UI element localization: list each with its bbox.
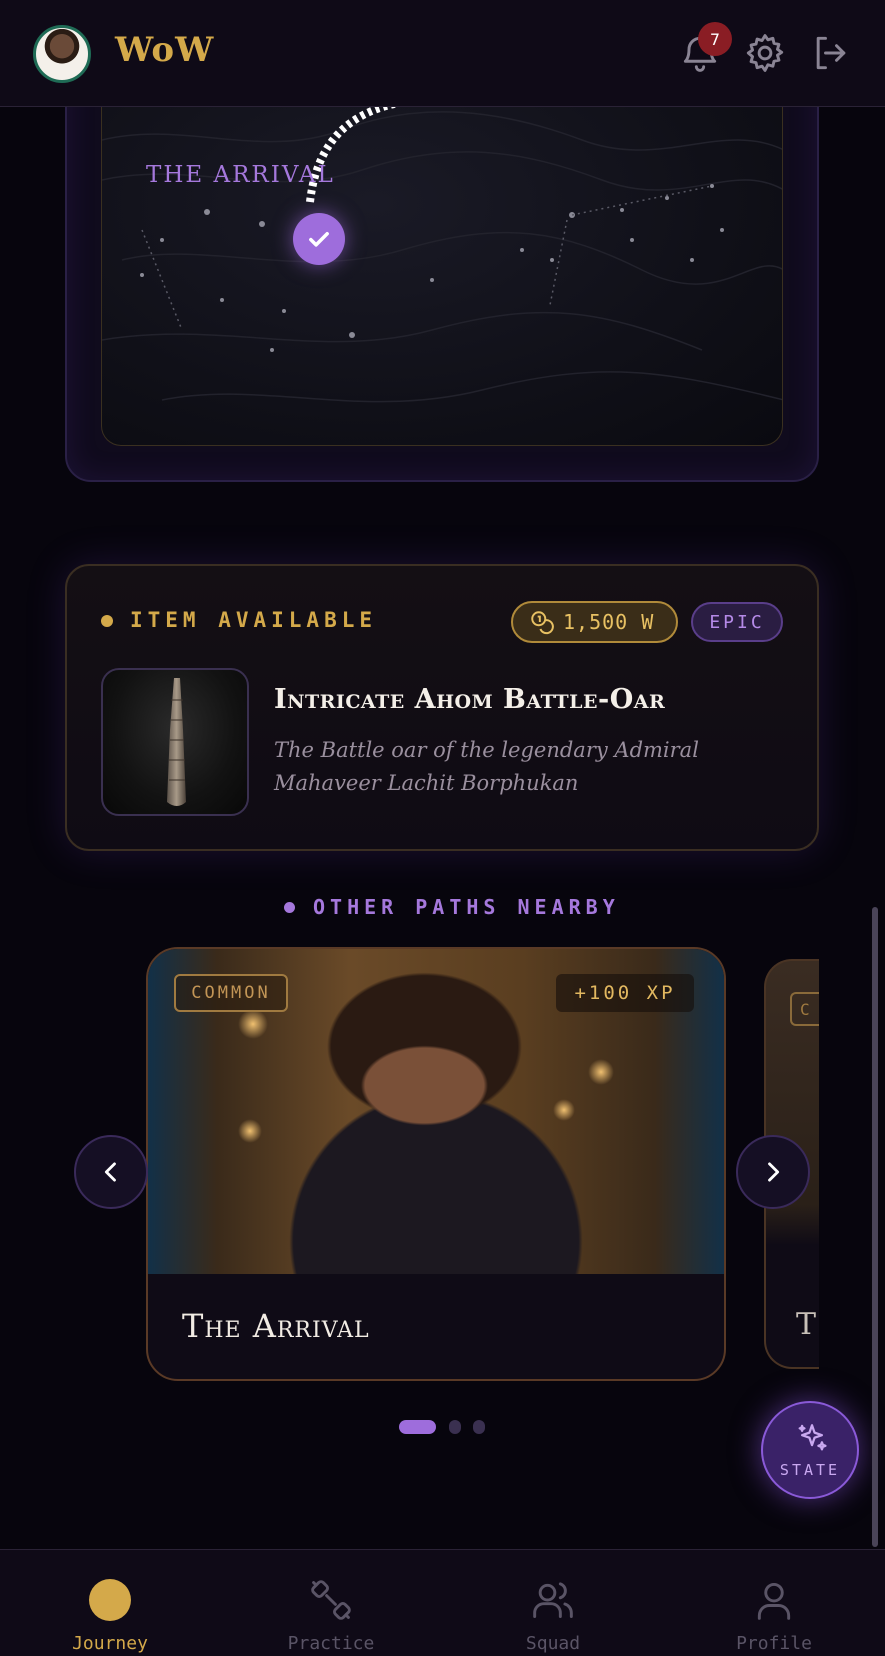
tab-profile-label: Profile: [736, 1633, 812, 1654]
tab-practice[interactable]: Practice: [251, 1550, 411, 1656]
pagination-dot[interactable]: [473, 1420, 485, 1434]
path-card[interactable]: COMMON +100 XP The Arrival: [146, 947, 726, 1381]
other-paths-heading: OTHER PATHS NEARBY: [313, 895, 620, 919]
completed-node-check[interactable]: [293, 213, 345, 265]
map-node-label: THE ARRIVAL: [146, 162, 335, 188]
carousel-next-button[interactable]: [736, 1135, 810, 1209]
item-image: [101, 668, 249, 816]
tab-squad[interactable]: Squad: [473, 1550, 633, 1656]
status-dot: [101, 615, 113, 627]
next-path-rarity-badge: C: [790, 992, 819, 1026]
journey-map[interactable]: [101, 100, 783, 446]
carousel-prev-button[interactable]: [74, 1135, 148, 1209]
battle-oar-illustration: [167, 678, 186, 806]
pagination-dot-active[interactable]: [399, 1420, 436, 1434]
users-icon: [531, 1578, 575, 1622]
user-icon: [752, 1578, 796, 1622]
logout-icon[interactable]: [809, 31, 853, 75]
gear-icon[interactable]: [743, 31, 787, 75]
path-xp-badge: +100 XP: [556, 974, 694, 1012]
sparkle-icon: [798, 1424, 827, 1451]
tab-squad-label: Squad: [525, 1633, 581, 1654]
item-status-label: ITEM AVAILABLE: [130, 608, 378, 632]
notification-badge: 7: [698, 22, 732, 56]
state-fab-button[interactable]: STATE: [761, 1401, 859, 1499]
check-icon: [309, 232, 329, 247]
tab-practice-label: Practice: [287, 1633, 375, 1654]
path-rarity-badge: COMMON: [174, 974, 288, 1012]
path-card-title: The Arrival: [182, 1307, 370, 1345]
tab-profile[interactable]: Profile: [694, 1550, 854, 1656]
tab-journey[interactable]: Journey: [30, 1550, 190, 1656]
item-title: Intricate Ahom Battle-Oar: [274, 684, 666, 715]
chevron-left-icon: [104, 1162, 116, 1182]
item-description: The Battle oar of the legendary Admiral …: [274, 738, 699, 795]
top-header: WoW 7: [0, 0, 885, 107]
section-dot: [284, 902, 295, 913]
coins-icon: [531, 611, 554, 635]
price-badge: 1,500 W: [511, 601, 678, 643]
state-fab-label: STATE: [779, 1461, 841, 1479]
app-brand[interactable]: WoW: [115, 30, 214, 70]
tab-journey-label: Journey: [72, 1633, 148, 1654]
price-value: 1,500 W: [563, 610, 655, 634]
journey-icon: [88, 1578, 132, 1622]
next-path-card-title: T: [796, 1307, 817, 1342]
pagination-dot[interactable]: [449, 1420, 461, 1434]
scrollbar[interactable]: [872, 907, 878, 1547]
rarity-badge: EPIC: [691, 602, 783, 642]
bottom-navigation: Journey Practice Squad Profile: [0, 1549, 885, 1656]
map-terrain: [102, 100, 782, 403]
dumbbell-icon: [309, 1578, 353, 1622]
avatar[interactable]: [33, 25, 91, 83]
chevron-right-icon: [768, 1162, 780, 1182]
